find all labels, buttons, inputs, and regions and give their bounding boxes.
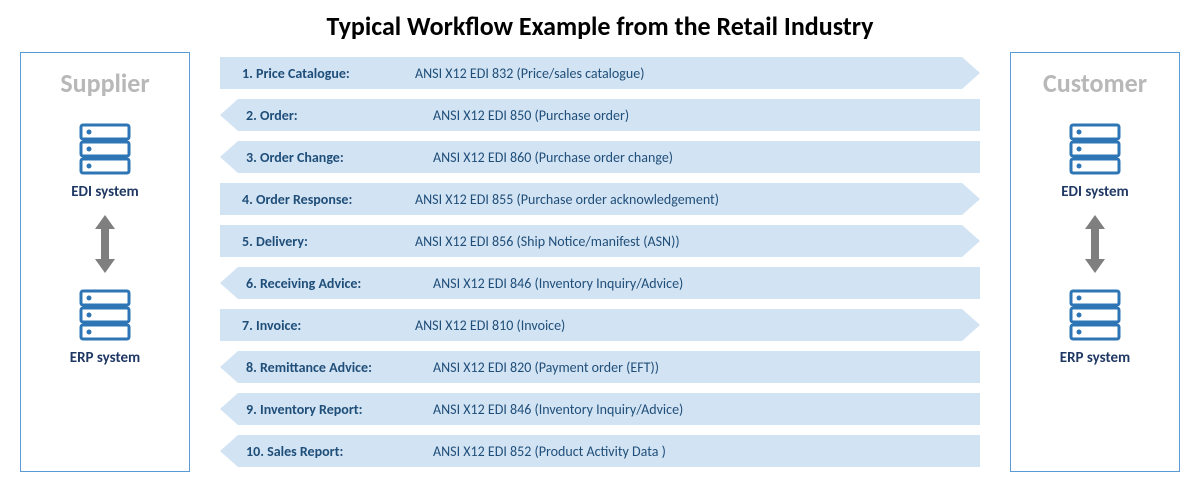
customer-erp-label: ERP system bbox=[1060, 349, 1131, 367]
arrow-left-icon bbox=[220, 99, 238, 131]
flow-arrow: 5. Delivery:ANSI X12 EDI 856 (Ship Notic… bbox=[220, 225, 980, 257]
arrow-left-icon bbox=[220, 393, 238, 425]
flow-arrow-bar: 4. Order Response:ANSI X12 EDI 855 (Purc… bbox=[220, 183, 962, 215]
arrow-left-icon bbox=[220, 351, 238, 383]
flow-description: ANSI X12 EDI 860 (Purchase order change) bbox=[433, 149, 980, 166]
customer-box: Customer EDI system bbox=[1010, 52, 1180, 472]
customer-heading: Customer bbox=[1043, 67, 1147, 99]
flow-label: 1. Price Catalogue: bbox=[220, 65, 415, 82]
flow-arrow-bar: 6. Receiving Advice:ANSI X12 EDI 846 (In… bbox=[238, 267, 980, 299]
flow-description: ANSI X12 EDI 855 (Purchase order acknowl… bbox=[415, 191, 962, 208]
arrow-right-icon bbox=[962, 309, 980, 341]
supplier-erp-label: ERP system bbox=[70, 349, 141, 367]
arrow-left-icon bbox=[220, 435, 238, 467]
supplier-heading: Supplier bbox=[60, 67, 149, 99]
diagram-title: Typical Workflow Example from the Retail… bbox=[0, 0, 1200, 42]
flow-label: 5. Delivery: bbox=[220, 233, 415, 250]
supplier-erp-block: ERP system bbox=[70, 287, 141, 367]
flow-arrow-bar: 2. Order:ANSI X12 EDI 850 (Purchase orde… bbox=[238, 99, 980, 131]
flow-description: ANSI X12 EDI 810 (Invoice) bbox=[415, 317, 962, 334]
flow-arrow-bar: 7. Invoice:ANSI X12 EDI 810 (Invoice) bbox=[220, 309, 962, 341]
flow-arrow: 1. Price Catalogue:ANSI X12 EDI 832 (Pri… bbox=[220, 57, 980, 89]
flow-arrow: 8. Remittance Advice:ANSI X12 EDI 820 (P… bbox=[220, 351, 980, 383]
flow-label: 4. Order Response: bbox=[220, 191, 415, 208]
flow-description: ANSI X12 EDI 856 (Ship Notice/manifest (… bbox=[415, 233, 962, 250]
flow-label: 2. Order: bbox=[238, 107, 433, 124]
flow-label: 9. Inventory Report: bbox=[238, 401, 433, 418]
flow-arrow-bar: 10. Sales Report:ANSI X12 EDI 852 (Produ… bbox=[238, 435, 980, 467]
flow-arrow: 10. Sales Report:ANSI X12 EDI 852 (Produ… bbox=[220, 435, 980, 467]
arrow-left-icon bbox=[220, 267, 238, 299]
flow-label: 10. Sales Report: bbox=[238, 443, 433, 460]
server-icon bbox=[1065, 121, 1125, 177]
bidirectional-arrow-icon bbox=[90, 213, 120, 275]
flow-arrow: 4. Order Response:ANSI X12 EDI 855 (Purc… bbox=[220, 183, 980, 215]
customer-edi-block: EDI system bbox=[1061, 121, 1129, 201]
flow-arrow: 6. Receiving Advice:ANSI X12 EDI 846 (In… bbox=[220, 267, 980, 299]
flow-description: ANSI X12 EDI 846 (Inventory Inquiry/Advi… bbox=[433, 275, 980, 292]
flow-label: 7. Invoice: bbox=[220, 317, 415, 334]
customer-erp-block: ERP system bbox=[1060, 287, 1131, 367]
supplier-box: Supplier EDI system bbox=[20, 52, 190, 472]
arrow-left-icon bbox=[220, 141, 238, 173]
supplier-edi-block: EDI system bbox=[71, 121, 139, 201]
server-icon bbox=[75, 287, 135, 343]
flow-description: ANSI X12 EDI 820 (Payment order (EFT)) bbox=[433, 359, 980, 376]
flow-arrow: 9. Inventory Report:ANSI X12 EDI 846 (In… bbox=[220, 393, 980, 425]
flow-arrow-bar: 8. Remittance Advice:ANSI X12 EDI 820 (P… bbox=[238, 351, 980, 383]
server-icon bbox=[75, 121, 135, 177]
flow-arrow-bar: 3. Order Change:ANSI X12 EDI 860 (Purcha… bbox=[238, 141, 980, 173]
customer-edi-label: EDI system bbox=[1061, 183, 1129, 201]
flow-arrow: 2. Order:ANSI X12 EDI 850 (Purchase orde… bbox=[220, 99, 980, 131]
arrow-right-icon bbox=[962, 225, 980, 257]
flow-description: ANSI X12 EDI 846 (Inventory Inquiry/Advi… bbox=[433, 401, 980, 418]
flow-label: 6. Receiving Advice: bbox=[238, 275, 433, 292]
arrow-right-icon bbox=[962, 183, 980, 215]
flow-arrow: 7. Invoice:ANSI X12 EDI 810 (Invoice) bbox=[220, 309, 980, 341]
flow-label: 3. Order Change: bbox=[238, 149, 433, 166]
supplier-edi-label: EDI system bbox=[71, 183, 139, 201]
flows-column: 1. Price Catalogue:ANSI X12 EDI 832 (Pri… bbox=[220, 52, 980, 472]
arrow-right-icon bbox=[962, 57, 980, 89]
bidirectional-arrow-icon bbox=[1080, 213, 1110, 275]
flow-arrow-bar: 9. Inventory Report:ANSI X12 EDI 846 (In… bbox=[238, 393, 980, 425]
flow-arrow-bar: 1. Price Catalogue:ANSI X12 EDI 832 (Pri… bbox=[220, 57, 962, 89]
flow-description: ANSI X12 EDI 832 (Price/sales catalogue) bbox=[415, 65, 962, 82]
flow-arrow-bar: 5. Delivery:ANSI X12 EDI 856 (Ship Notic… bbox=[220, 225, 962, 257]
flow-description: ANSI X12 EDI 850 (Purchase order) bbox=[433, 107, 980, 124]
flow-arrow: 3. Order Change:ANSI X12 EDI 860 (Purcha… bbox=[220, 141, 980, 173]
flow-label: 8. Remittance Advice: bbox=[238, 359, 433, 376]
flow-description: ANSI X12 EDI 852 (Product Activity Data … bbox=[433, 443, 980, 460]
server-icon bbox=[1065, 287, 1125, 343]
